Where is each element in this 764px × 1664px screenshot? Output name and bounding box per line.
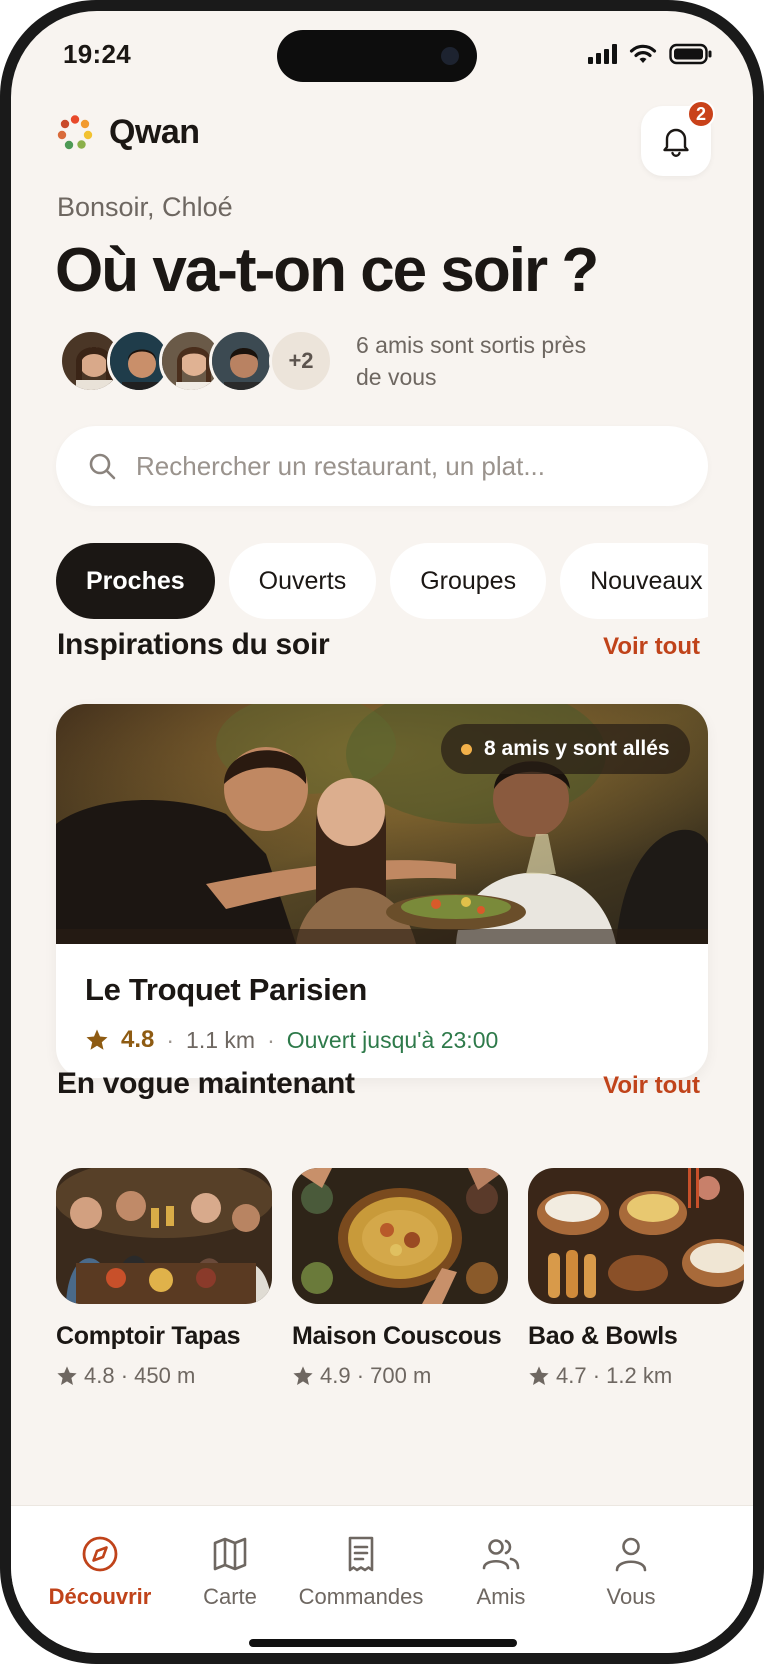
battery-icon <box>669 43 712 65</box>
star-icon <box>293 1366 313 1385</box>
restaurant-meta: 4.7 · 1.2 km <box>528 1363 744 1389</box>
app-name: Qwan <box>109 113 200 151</box>
compass-icon <box>82 1536 118 1572</box>
app-logo: Qwan <box>57 113 200 152</box>
friends-avatars[interactable]: +2 <box>59 329 333 393</box>
trending-card-comptoir-tapas[interactable]: Comptoir Tapas 4.8 · 450 m <box>56 1168 272 1389</box>
dynamic-island <box>277 30 477 82</box>
search-icon <box>89 453 116 480</box>
receipt-icon <box>348 1536 374 1572</box>
star-icon <box>529 1366 549 1385</box>
qwan-logo-icon <box>57 114 93 149</box>
filter-chips: Proches Ouverts Groupes Nouveaux <box>56 543 708 621</box>
friends-nearby-text: 6 amis sont sortis près de vous <box>356 332 587 390</box>
star-icon <box>86 1029 108 1050</box>
status-time: 19:24 <box>63 39 131 69</box>
status-icons <box>588 43 713 65</box>
restaurant-hours: Ouvert jusqu'à 23:00 <box>286 1026 499 1053</box>
restaurant-meta: 4.8 · 450 m <box>56 1363 272 1389</box>
separator: · <box>166 1026 175 1053</box>
search-bar[interactable] <box>56 426 708 506</box>
restaurant-name: Bao & Bowls <box>528 1322 678 1350</box>
tab-carte[interactable]: Carte <box>155 1534 305 1610</box>
signal-icon <box>588 44 617 64</box>
filter-chip-proches[interactable]: Proches <box>56 543 215 619</box>
tab-amis[interactable]: Amis <box>426 1534 576 1610</box>
section-title-trending: En vogue maintenant <box>57 1067 355 1100</box>
bell-icon <box>663 128 689 157</box>
trending-card-maison-couscous[interactable]: Maison Couscous 4.9 · 700 m <box>292 1168 508 1389</box>
more-friends-count: +2 <box>269 329 333 393</box>
separator: · <box>267 1026 275 1053</box>
restaurant-photo <box>528 1168 744 1304</box>
map-icon <box>213 1537 247 1571</box>
friends-visited-text: 8 amis y sont allés <box>484 737 670 760</box>
restaurant-rating-distance: 4.8 · 450 m <box>84 1363 196 1388</box>
tab-vous[interactable]: Vous <box>556 1534 706 1610</box>
see-all-inspirations-link[interactable]: Voir tout <box>603 633 700 661</box>
restaurant-name: Maison Couscous <box>292 1322 502 1350</box>
restaurant-rating-distance: 4.7 · 1.2 km <box>556 1363 673 1388</box>
restaurant-rating: 4.8 <box>121 1026 155 1053</box>
avatar <box>209 329 273 393</box>
filter-chip-nouveaux[interactable]: Nouveaux <box>560 543 708 619</box>
restaurant-photo <box>292 1168 508 1304</box>
notification-badge: 2 <box>687 100 715 128</box>
trending-card-bao-bowls[interactable]: Bao & Bowls 4.7 · 1.2 km <box>528 1168 744 1389</box>
restaurant-photo <box>56 1168 272 1304</box>
trending-list: Comptoir Tapas 4.8 · 450 m Maison Cousco… <box>56 1168 753 1408</box>
greeting: Bonsoir, Chloé <box>57 192 233 222</box>
tab-label: Carte <box>203 1584 257 1609</box>
profile-icon <box>615 1537 647 1572</box>
filter-chip-groupes[interactable]: Groupes <box>390 543 547 619</box>
restaurant-rating-distance: 4.9 · 700 m <box>320 1363 432 1388</box>
phone-frame: 19:24 Qwan 2 Bonsoir, Chloé Où va-t-on c… <box>0 0 764 1664</box>
wifi-icon <box>629 44 657 63</box>
tab-label: Découvrir <box>48 1584 152 1609</box>
see-all-trending-link[interactable]: Voir tout <box>603 1072 700 1100</box>
star-icon <box>57 1366 77 1385</box>
restaurant-name: Comptoir Tapas <box>56 1322 241 1350</box>
app-screen: 19:24 Qwan 2 Bonsoir, Chloé Où va-t-on c… <box>11 11 753 1653</box>
featured-restaurant-card[interactable]: 8 amis y sont allés Le Troquet Parisien … <box>56 704 708 1078</box>
filter-chip-ouverts[interactable]: Ouverts <box>228 543 377 619</box>
tab-label: Commandes <box>298 1584 424 1609</box>
friends-icon <box>482 1539 520 1570</box>
search-input[interactable] <box>136 450 676 482</box>
page-title: Où va-t-on ce soir ? <box>55 236 599 305</box>
friends-visited-badge: 8 amis y sont allés <box>441 724 690 774</box>
restaurant-name: Le Troquet Parisien <box>85 972 367 1007</box>
bottom-tab-bar: Découvrir Carte Commandes Amis Vous <box>11 1505 753 1653</box>
tab-decouvrir[interactable]: Découvrir <box>25 1534 175 1610</box>
tab-commandes[interactable]: Commandes <box>286 1534 436 1610</box>
restaurant-distance: 1.1 km <box>186 1026 256 1053</box>
tab-label: Amis <box>476 1584 526 1609</box>
dot-icon <box>461 743 472 755</box>
camera-icon <box>441 47 459 65</box>
tab-label: Vous <box>606 1584 656 1609</box>
restaurant-meta: 4.8 · 1.1 km · Ouvert jusqu'à 23:00 <box>85 1026 498 1054</box>
section-title-inspirations: Inspirations du soir <box>57 628 330 661</box>
home-indicator[interactable] <box>249 1639 517 1647</box>
restaurant-meta: 4.9 · 700 m <box>292 1363 508 1389</box>
